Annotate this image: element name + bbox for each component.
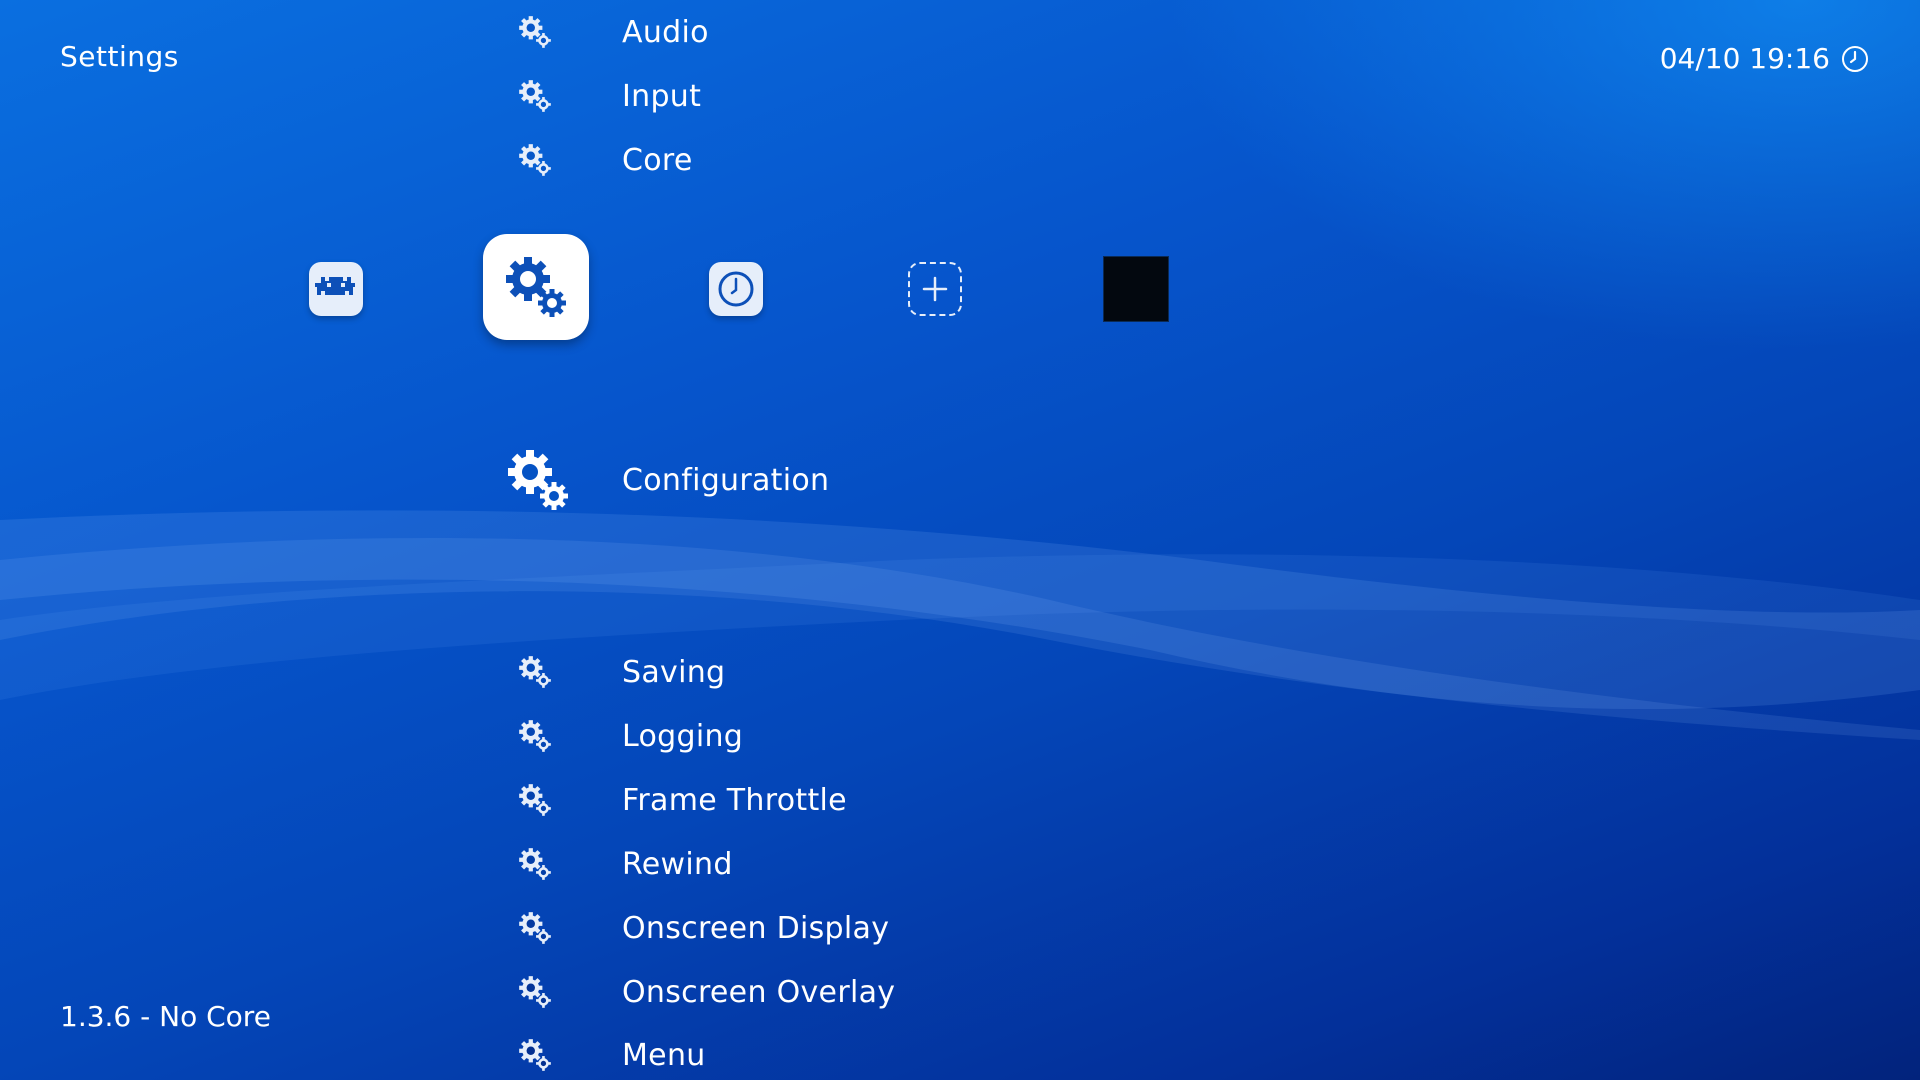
gears-icon <box>515 972 555 1012</box>
menu-item-label: Frame Throttle <box>622 782 847 818</box>
menu-item-audio[interactable]: Audio <box>500 7 708 57</box>
gears-icon <box>515 140 555 180</box>
menu-item-input[interactable]: Input <box>500 71 701 121</box>
gears-icon <box>515 780 555 820</box>
menu-item-saving[interactable]: Saving <box>500 647 725 697</box>
menu-item-label: Audio <box>622 14 709 50</box>
gears-icon <box>515 716 555 756</box>
clock: 04/10 19:16 <box>1660 42 1870 75</box>
gears-icon <box>500 442 576 518</box>
tab-bar <box>0 0 1920 1080</box>
gears-icon <box>506 257 566 317</box>
menu-item-core[interactable]: Core <box>500 135 692 185</box>
tab-playlist-thumbnail[interactable] <box>1103 256 1169 322</box>
tab-history[interactable] <box>709 262 763 316</box>
clock-icon <box>1842 45 1868 72</box>
tab-settings[interactable] <box>483 234 589 340</box>
gears-icon <box>515 76 555 116</box>
menu-item-onscreen-overlay[interactable]: Onscreen Overlay <box>500 967 895 1017</box>
retroarch-invader-icon <box>315 277 355 295</box>
version-info: 1.3.6 - No Core <box>60 1000 271 1033</box>
menu-item-label: Rewind <box>622 846 733 882</box>
menu-item-frame-throttle[interactable]: Frame Throttle <box>500 775 847 825</box>
menu-item-onscreen-display[interactable]: Onscreen Display <box>500 903 889 953</box>
gears-icon <box>515 844 555 884</box>
tab-add[interactable] <box>908 262 962 316</box>
gears-icon <box>515 1035 555 1075</box>
menu-item-rewind[interactable]: Rewind <box>500 839 732 889</box>
gears-icon <box>515 12 555 52</box>
menu-item-label: Onscreen Overlay <box>622 974 896 1010</box>
history-clock-icon <box>718 271 754 307</box>
gears-icon <box>515 908 555 948</box>
menu-item-label: Input <box>622 78 702 114</box>
menu-item-label: Saving <box>622 654 726 690</box>
page-title: Settings <box>60 40 179 73</box>
menu-item-label: Logging <box>622 718 744 754</box>
menu-item-label: Onscreen Display <box>622 910 890 946</box>
menu-item-label-selected: Configuration <box>622 462 830 498</box>
clock-datetime: 04/10 19:16 <box>1659 42 1830 75</box>
tab-main-menu[interactable] <box>309 262 363 316</box>
plus-icon <box>922 276 948 302</box>
menu-item-configuration[interactable]: Configuration <box>500 440 829 520</box>
menu-item-label: Menu <box>622 1037 706 1073</box>
menu-item-menu[interactable]: Menu <box>500 1030 705 1080</box>
menu-item-label: Core <box>622 142 693 178</box>
background-ribbons <box>0 510 1920 740</box>
gears-icon <box>515 652 555 692</box>
menu-item-logging[interactable]: Logging <box>500 711 743 761</box>
